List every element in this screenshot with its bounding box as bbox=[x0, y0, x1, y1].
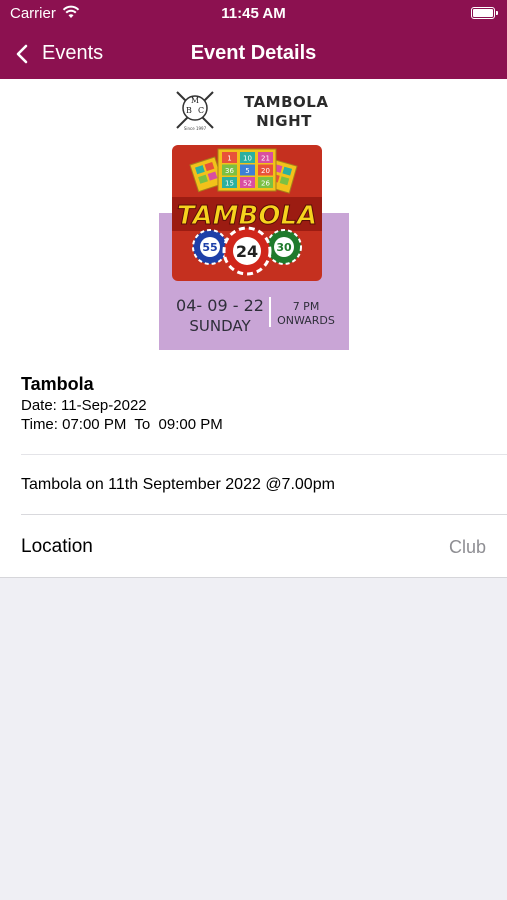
event-time: Time: 07:00 PM To 09:00 PM bbox=[21, 416, 223, 433]
navigation-bar: Events Event Details bbox=[0, 28, 507, 79]
ticket-number: 5 bbox=[245, 167, 249, 175]
poster-time-line2: ONWARDS bbox=[277, 314, 335, 327]
back-button[interactable]: Events bbox=[12, 28, 103, 79]
poster-heading: TAMBOLA NIGHT bbox=[244, 93, 329, 131]
poster-heading-line1: TAMBOLA bbox=[244, 93, 329, 111]
poster-day: SUNDAY bbox=[189, 317, 251, 335]
svg-text:24: 24 bbox=[236, 242, 258, 261]
poster-date: 04- 09 - 22 bbox=[176, 296, 264, 315]
ticket-number: 21 bbox=[261, 155, 270, 163]
chevron-left-icon bbox=[16, 44, 28, 63]
ticket-number: 10 bbox=[243, 155, 252, 163]
svg-text:Since 1997: Since 1997 bbox=[184, 126, 207, 131]
poster-time-line1: 7 PM bbox=[292, 300, 320, 313]
location-row[interactable]: Location Club bbox=[0, 515, 507, 577]
tambola-artwork: 1 10 21 36 5 20 15 52 26 TAMBOLA 55 30 24 bbox=[172, 145, 322, 281]
location-label: Location bbox=[21, 536, 93, 557]
back-button-label: Events bbox=[42, 42, 104, 64]
poster-divider bbox=[269, 297, 271, 327]
poster-heading-line2: NIGHT bbox=[256, 112, 312, 130]
location-value: Club bbox=[448, 537, 486, 557]
event-details-panel: M B C Since 1997 TAMBOLA NIGHT 1 10 21 3… bbox=[0, 79, 507, 578]
svg-text:C: C bbox=[198, 106, 204, 115]
club-logo: M B C Since 1997 bbox=[176, 91, 214, 131]
clock: 11:45 AM bbox=[221, 5, 286, 22]
svg-text:30: 30 bbox=[276, 241, 292, 254]
svg-text:B: B bbox=[186, 106, 192, 115]
ticket-number: 1 bbox=[227, 155, 231, 163]
divider bbox=[21, 454, 507, 455]
ticket-number: 20 bbox=[261, 167, 270, 175]
event-name: Tambola bbox=[21, 374, 94, 394]
svg-text:TAMBOLA: TAMBOLA bbox=[177, 201, 317, 231]
ticket-number: 15 bbox=[225, 180, 234, 188]
ticket-number: 26 bbox=[261, 180, 270, 188]
event-poster: M B C Since 1997 TAMBOLA NIGHT 1 10 21 3… bbox=[158, 87, 350, 351]
ticket-number: 52 bbox=[243, 180, 252, 188]
battery-icon bbox=[471, 7, 498, 19]
ticket-number: 36 bbox=[225, 167, 234, 175]
svg-text:M: M bbox=[191, 96, 199, 105]
poster-time: 7 PM ONWARDS bbox=[276, 300, 336, 328]
event-description: Tambola on 11th September 2022 @7.00pm bbox=[21, 476, 335, 493]
svg-text:55: 55 bbox=[202, 241, 217, 254]
event-date: Date: 11-Sep-2022 bbox=[21, 397, 147, 414]
status-bar: Carrier 11:45 AM bbox=[0, 0, 507, 28]
